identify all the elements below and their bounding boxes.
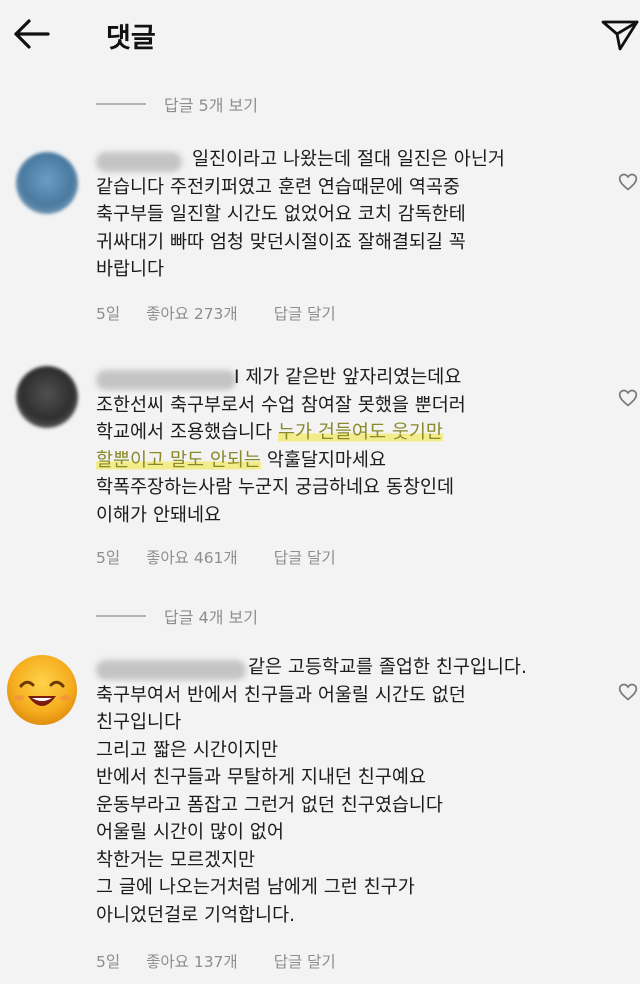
send-button[interactable] bbox=[600, 14, 640, 54]
comment-line: 이해가 안돼네요 bbox=[96, 504, 222, 526]
reply-button[interactable]: 답글 달기 bbox=[274, 546, 336, 568]
comment-meta: 5일 좋아요 273개 답글 달기 bbox=[96, 302, 362, 324]
likes-count[interactable]: 좋아요 273개 bbox=[146, 302, 238, 324]
like-button[interactable] bbox=[618, 172, 638, 192]
comment-line: 같은 고등학교를 졸업한 친구입니다. bbox=[248, 657, 527, 678]
divider bbox=[96, 103, 146, 105]
heart-icon bbox=[618, 173, 638, 191]
comment-line: 어울릴 시간이 많이 없어 bbox=[96, 822, 284, 843]
comment-line: 학교에서 조용했습니다 누가 건들여도 웃기만 bbox=[96, 419, 596, 447]
comment-time: 5일 bbox=[96, 953, 121, 971]
like-button[interactable] bbox=[618, 682, 638, 702]
comment-meta: 5일 좋아요 137개 답글 달기 bbox=[96, 950, 362, 972]
comment-line: 아니었던걸로 기억합니다. bbox=[96, 904, 295, 926]
comment-time: 5일 bbox=[96, 549, 121, 567]
comment-line: 학폭주장하는사람 누군지 궁금하네요 동창인데 bbox=[96, 477, 455, 498]
view-replies-label: 답글 4개 보기 bbox=[164, 608, 258, 627]
comment-line: 축구부여서 반에서 친구들과 어울릴 시간도 없던 bbox=[96, 684, 466, 706]
comment-line: 반에서 친구들과 무탈하게 지내던 친구예요 bbox=[96, 767, 426, 788]
comment-text: 학교에서 조용했습니다 bbox=[96, 422, 278, 443]
comment-body: I 제가 같은반 앞자리였는데요 조한선씨 축구부로서 수업 참여잘 못했을 뿐… bbox=[96, 364, 596, 529]
avatar[interactable] bbox=[16, 152, 78, 214]
comment-line: 착한거는 모르겠지만 bbox=[96, 849, 256, 871]
view-replies-label: 답글 5개 보기 bbox=[164, 96, 258, 115]
comment-meta: 5일 좋아요 461개 답글 달기 bbox=[96, 546, 362, 568]
comment-line: 할뿐이고 말도 안되는 악훌달지마세요 bbox=[96, 447, 596, 475]
comment-line: 친구입니다 bbox=[96, 712, 182, 733]
comment-line: 바랍니다 bbox=[96, 259, 165, 280]
comment-line: 축구부들 일진할 시간도 없었어요 코치 감독한테 bbox=[96, 204, 466, 225]
highlighted-text: 누가 건들여도 웃기만 bbox=[277, 422, 443, 443]
view-replies-toggle[interactable]: 답글 4개 보기 bbox=[96, 604, 258, 628]
smiley-face-icon bbox=[7, 655, 77, 725]
comment-line: 귀싸대기 빠따 엄청 맞던시절이죠 잘해결되길 꼭 bbox=[96, 231, 466, 253]
comment-line: 일진이라고 나왔는데 절대 일진은 아닌거 bbox=[192, 149, 505, 170]
divider bbox=[96, 615, 146, 617]
heart-icon bbox=[618, 389, 638, 407]
comment-line: 같습니다 주전키퍼였고 훈련 연습때문에 역곡중 bbox=[96, 176, 460, 198]
view-replies-toggle[interactable]: 답글 5개 보기 bbox=[96, 92, 258, 116]
reply-button[interactable]: 답글 달기 bbox=[274, 950, 336, 972]
like-button[interactable] bbox=[618, 388, 638, 408]
likes-count[interactable]: 좋아요 137개 bbox=[146, 950, 238, 972]
comment-text: 악훌달지마세요 bbox=[260, 449, 386, 471]
paper-plane-icon bbox=[601, 20, 639, 51]
comment-line: 운동부라고 폼잡고 그런거 없던 친구였습니다 bbox=[96, 794, 443, 816]
highlighted-text: 할뿐이고 말도 안되는 bbox=[96, 449, 261, 471]
back-button[interactable] bbox=[10, 12, 54, 56]
avatar[interactable] bbox=[16, 366, 78, 428]
comment-time: 5일 bbox=[96, 305, 121, 323]
comment-line: I 제가 같은반 앞자리였는데요 bbox=[234, 367, 462, 388]
avatar[interactable] bbox=[4, 652, 80, 728]
heart-icon bbox=[618, 683, 638, 701]
comment-line: 조한선씨 축구부로서 수업 참여잘 못했을 뿐더러 bbox=[96, 394, 466, 416]
likes-count[interactable]: 좋아요 461개 bbox=[146, 546, 238, 568]
comment-line: 그 글에 나오는거처럼 남에게 그런 친구가 bbox=[96, 877, 415, 898]
arrow-left-icon bbox=[14, 19, 50, 49]
page-title: 댓글 bbox=[106, 23, 156, 54]
reply-button[interactable]: 답글 달기 bbox=[274, 302, 336, 324]
comment-line: 그리고 짧은 시간이지만 bbox=[96, 739, 278, 761]
header: 댓글 bbox=[0, 0, 640, 70]
comment-body: 같은 고등학교를 졸업한 친구입니다. 축구부여서 반에서 친구들과 어울릴 시… bbox=[96, 654, 596, 929]
comment-body: 일진이라고 나왔는데 절대 일진은 아닌거 같습니다 주전키퍼였고 훈련 연습때… bbox=[96, 146, 596, 284]
